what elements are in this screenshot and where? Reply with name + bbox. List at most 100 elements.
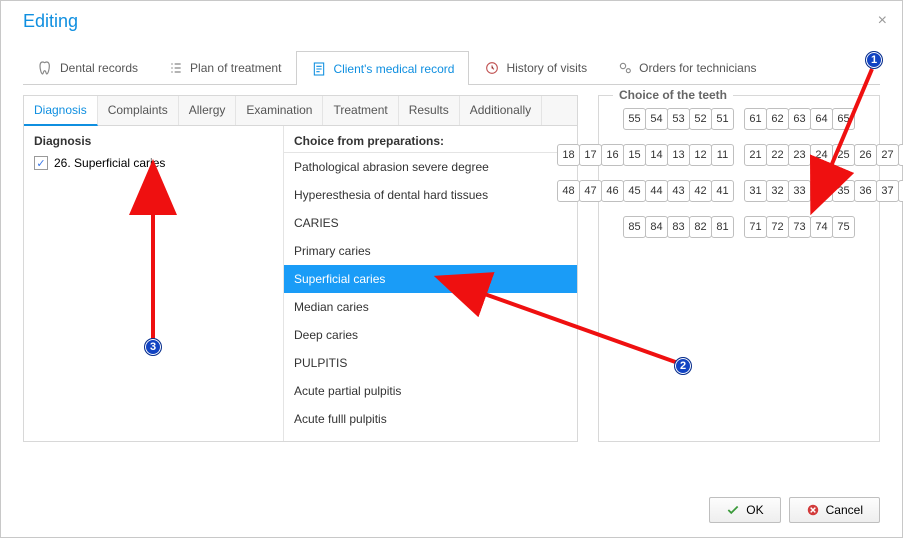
tooth-cell[interactable]: 18	[557, 144, 580, 166]
preparation-item[interactable]: Acute suppurative pulpitis	[284, 433, 577, 440]
checkbox-icon[interactable]	[34, 156, 48, 170]
tooth-cell[interactable]: 41	[711, 180, 734, 202]
tooth-cell[interactable]: 85	[623, 216, 646, 238]
tooth-cell[interactable]: 44	[645, 180, 668, 202]
teeth-block: 1817161514131211	[557, 144, 734, 166]
tooth-cell[interactable]: 38	[898, 180, 903, 202]
tooth-cell[interactable]: 54	[645, 108, 668, 130]
tooth-cell[interactable]: 15	[623, 144, 646, 166]
diagnosis-column: Diagnosis 26. Superficial caries	[24, 126, 284, 441]
tab-label: Orders for technicians	[639, 61, 756, 75]
teeth-block: 8584838281	[623, 216, 734, 238]
tooth-cell[interactable]: 82	[689, 216, 712, 238]
tooth-cell[interactable]: 12	[689, 144, 712, 166]
subtab-examination[interactable]: Examination	[236, 96, 323, 125]
tab-plan-of-treatment[interactable]: Plan of treatment	[153, 51, 296, 84]
main-tab-strip: Dental records Plan of treatment Client'…	[23, 51, 880, 85]
tooth-cell[interactable]: 25	[832, 144, 855, 166]
tab-label: Client's medical record	[333, 62, 454, 76]
teeth-block: 2122232425262728	[744, 144, 903, 166]
teeth-panel-title: Choice of the teeth	[613, 88, 733, 102]
subtab-diagnosis[interactable]: Diagnosis	[24, 96, 98, 126]
tooth-cell[interactable]: 11	[711, 144, 734, 166]
annotation-badge-3: 3	[144, 338, 162, 356]
tooth-cell[interactable]: 35	[832, 180, 855, 202]
tooth-cell[interactable]: 53	[667, 108, 690, 130]
tooth-cell[interactable]: 55	[623, 108, 646, 130]
tooth-cell[interactable]: 62	[766, 108, 789, 130]
tooth-cell[interactable]: 81	[711, 216, 734, 238]
tooth-cell[interactable]: 43	[667, 180, 690, 202]
dialog-header: Editing ×	[1, 1, 902, 41]
tooth-cell[interactable]: 61	[744, 108, 767, 130]
tooth-cell[interactable]: 45	[623, 180, 646, 202]
tooth-cell[interactable]: 17	[579, 144, 602, 166]
tooth-cell[interactable]: 46	[601, 180, 624, 202]
tooth-cell[interactable]: 52	[689, 108, 712, 130]
tooth-cell[interactable]: 34	[810, 180, 833, 202]
tooth-cell[interactable]: 51	[711, 108, 734, 130]
tooth-cell[interactable]: 36	[854, 180, 877, 202]
tooth-cell[interactable]: 72	[766, 216, 789, 238]
document-icon	[311, 61, 327, 77]
tooth-cell[interactable]: 33	[788, 180, 811, 202]
tooth-cell[interactable]: 27	[876, 144, 899, 166]
preparation-item[interactable]: Acute fulll pulpitis	[284, 405, 577, 433]
tooth-cell[interactable]: 63	[788, 108, 811, 130]
ok-button-label: OK	[746, 503, 763, 517]
preparation-item[interactable]: Superficial caries	[284, 265, 577, 293]
tooth-cell[interactable]: 22	[766, 144, 789, 166]
preparation-item[interactable]: Median caries	[284, 293, 577, 321]
diagnosis-header: Diagnosis	[34, 134, 273, 148]
tooth-cell[interactable]: 64	[810, 108, 833, 130]
ok-button[interactable]: OK	[709, 497, 780, 523]
subtab-allergy[interactable]: Allergy	[179, 96, 237, 125]
tooth-cell[interactable]: 28	[898, 144, 903, 166]
tooth-cell[interactable]: 73	[788, 216, 811, 238]
subtab-treatment[interactable]: Treatment	[323, 96, 398, 125]
close-icon[interactable]: ×	[878, 12, 887, 30]
tooth-cell[interactable]: 75	[832, 216, 855, 238]
teeth-grid: 5554535251616263646518171615141312112122…	[607, 108, 871, 238]
panel-row: Diagnosis Complaints Allergy Examination…	[23, 95, 880, 442]
tooth-cell[interactable]: 74	[810, 216, 833, 238]
dialog-content: Dental records Plan of treatment Client'…	[1, 51, 902, 454]
tab-orders-for-technicians[interactable]: Orders for technicians	[602, 51, 771, 84]
tooth-cell[interactable]: 37	[876, 180, 899, 202]
tooth-cell[interactable]: 13	[667, 144, 690, 166]
list-icon	[168, 60, 184, 76]
tooth-cell[interactable]: 14	[645, 144, 668, 166]
preparation-item[interactable]: PULPITIS	[284, 349, 577, 377]
preparation-item[interactable]: Hyperesthesia of dental hard tissues	[284, 181, 577, 209]
preparation-item[interactable]: Pathological abrasion severe degree	[284, 153, 577, 181]
tooth-cell[interactable]: 31	[744, 180, 767, 202]
preparation-item[interactable]: Deep caries	[284, 321, 577, 349]
tooth-cell[interactable]: 47	[579, 180, 602, 202]
teeth-row: 1817161514131211 2122232425262728	[557, 144, 903, 166]
tab-dental-records[interactable]: Dental records	[23, 51, 153, 84]
tooth-cell[interactable]: 21	[744, 144, 767, 166]
tooth-cell[interactable]: 16	[601, 144, 624, 166]
preparation-item[interactable]: Primary caries	[284, 237, 577, 265]
tooth-cell[interactable]: 84	[645, 216, 668, 238]
subtab-results[interactable]: Results	[399, 96, 460, 125]
tooth-cell[interactable]: 26	[854, 144, 877, 166]
tooth-cell[interactable]: 42	[689, 180, 712, 202]
tooth-cell[interactable]: 71	[744, 216, 767, 238]
subtab-additionally[interactable]: Additionally	[460, 96, 542, 125]
preparation-item[interactable]: Acute partial pulpitis	[284, 377, 577, 405]
tooth-cell[interactable]: 48	[557, 180, 580, 202]
preparation-item[interactable]: CARIES	[284, 209, 577, 237]
tooth-cell[interactable]: 65	[832, 108, 855, 130]
tooth-cell[interactable]: 24	[810, 144, 833, 166]
annotation-badge-2: 2	[674, 357, 692, 375]
diagnosis-item[interactable]: 26. Superficial caries	[34, 156, 273, 170]
tooth-cell[interactable]: 83	[667, 216, 690, 238]
preparations-list[interactable]: Pathological abrasion severe degreeHyper…	[284, 152, 577, 440]
subtab-complaints[interactable]: Complaints	[98, 96, 179, 125]
tooth-cell[interactable]: 32	[766, 180, 789, 202]
tab-history-of-visits[interactable]: History of visits	[469, 51, 602, 84]
cancel-button[interactable]: Cancel	[789, 497, 880, 523]
tab-clients-medical-record[interactable]: Client's medical record	[296, 51, 469, 85]
tooth-cell[interactable]: 23	[788, 144, 811, 166]
